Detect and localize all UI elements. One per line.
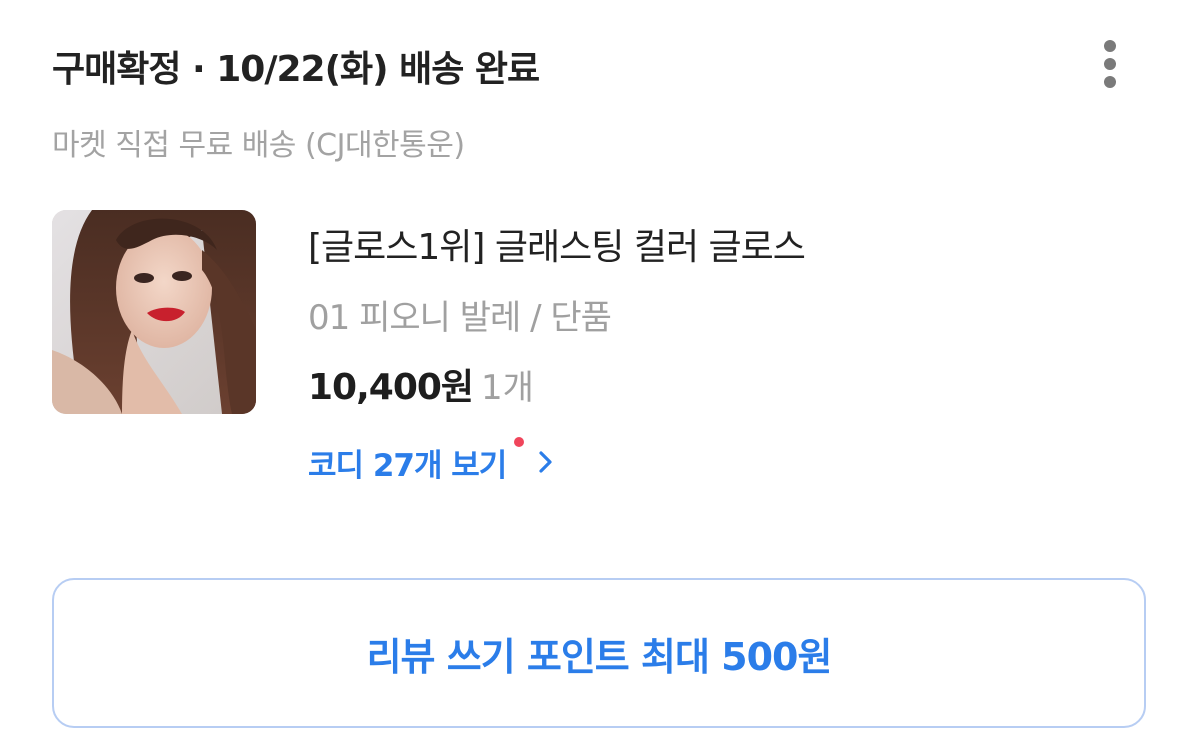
product-price: 10,400원 [308, 367, 474, 408]
coordi-link-label: 코디 27개 보기 [308, 447, 507, 484]
order-item-card: 구매확정 · 10/22(화) 배송 완료 마켓 직접 무료 배송 (CJ대한통… [0, 0, 1200, 755]
view-coordi-link[interactable]: 코디 27개 보기 [308, 436, 556, 484]
product-photo-image [52, 210, 256, 414]
more-options-button[interactable] [1092, 36, 1128, 92]
price-row: 10,400원 1개 [308, 358, 534, 410]
more-vertical-icon [1104, 40, 1116, 52]
product-name[interactable]: [글로스1위] 글래스팅 컬러 글로스 [308, 218, 806, 270]
product-quantity: 1개 [481, 368, 534, 408]
write-review-label: 리뷰 쓰기 포인트 최대 500원 [366, 634, 833, 679]
write-review-button[interactable]: 리뷰 쓰기 포인트 최대 500원 [52, 578, 1146, 728]
product-option: 01 피오니 발레 / 단품 [308, 298, 612, 338]
order-status-title: 구매확정 · 10/22(화) 배송 완료 [52, 49, 540, 90]
product-thumbnail[interactable] [52, 210, 256, 414]
chevron-right-icon [539, 451, 552, 473]
shipping-info: 마켓 직접 무료 배송 (CJ대한통운) [52, 128, 465, 163]
new-badge-dot [514, 436, 525, 447]
